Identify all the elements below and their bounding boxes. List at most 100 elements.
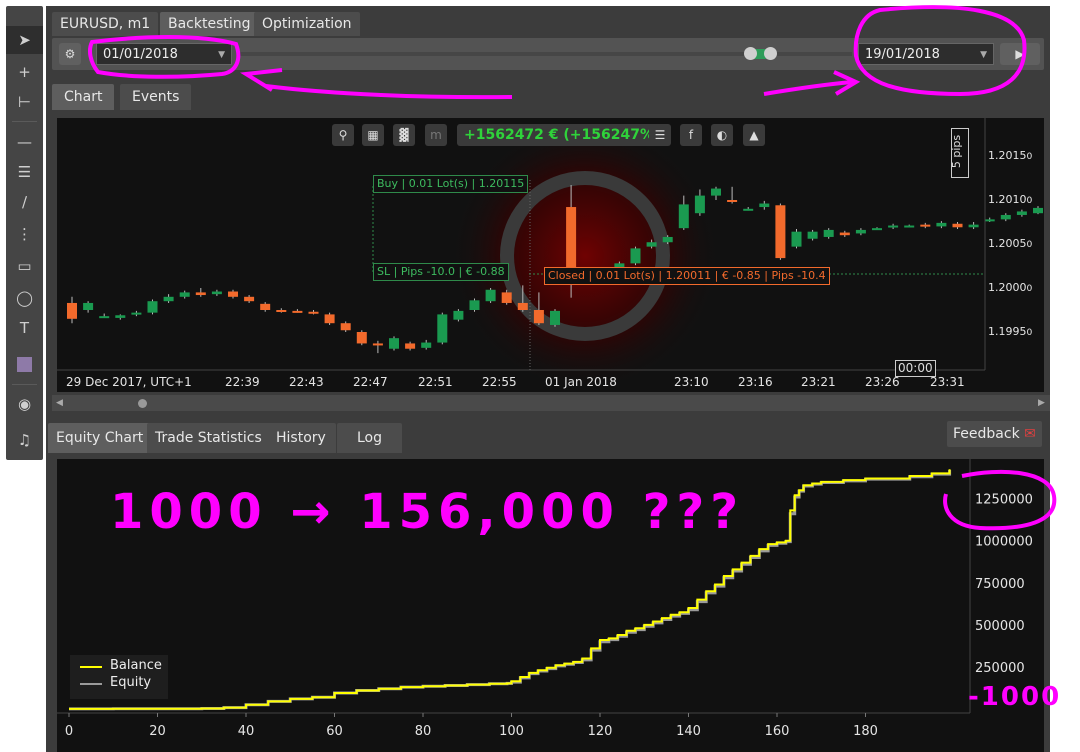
y-tick-label: 750000	[975, 577, 1025, 592]
tab-symbol[interactable]: EURUSD, m1	[52, 12, 159, 36]
y-tick-label: 250000	[975, 661, 1025, 676]
y-tick-label: 1000000	[975, 535, 1033, 550]
tab-chart[interactable]: Chart	[52, 84, 115, 110]
share-icon[interactable]: ◐	[711, 124, 733, 146]
candle-body	[405, 343, 416, 349]
legend-swatch-balance	[80, 666, 102, 668]
price-tick: 1.20050	[988, 237, 1033, 250]
slider-handle-start[interactable]	[744, 47, 757, 60]
candle-body	[437, 314, 448, 343]
ctrader-icon[interactable]: ▲	[743, 124, 765, 146]
tab-log[interactable]: Log	[337, 423, 403, 453]
candle-body	[1016, 211, 1027, 215]
x-tick-label: 100	[499, 724, 524, 739]
tab-trade-statistics[interactable]: Trade Statistics	[147, 423, 270, 453]
play-icon[interactable]: ▶	[1000, 43, 1040, 65]
price-tick: 1.20000	[988, 281, 1033, 294]
chart-settings-icon[interactable]: ▦	[362, 124, 384, 146]
backtest-control-bar: ⚙ 01/01/2018 ▼ 19/01/2018 ▼ ▶	[52, 38, 1044, 70]
candle-body	[855, 229, 866, 234]
x-tick-label: 60	[326, 724, 343, 739]
stop-loss-tag: SL | Pips -10.0 | € -0.88	[373, 263, 509, 281]
time-tick: 22:51	[418, 375, 453, 389]
candle-body	[743, 208, 754, 211]
slider-handle-end[interactable]	[764, 47, 777, 60]
legend-label-equity: Equity	[110, 675, 152, 690]
time-tick: 23:10	[674, 375, 709, 389]
tab-events[interactable]: Events	[120, 84, 192, 110]
scroll-left-icon[interactable]: ◀	[56, 398, 63, 408]
candle-body	[147, 301, 158, 313]
zoom-icon[interactable]: ⚲	[332, 124, 354, 146]
time-tick: 23:21	[801, 375, 836, 389]
time-tick: 01 Jan 2018	[545, 375, 617, 389]
price-tick: 1.20150	[988, 149, 1033, 162]
end-date-value: 19/01/2018	[865, 47, 940, 62]
start-date-value: 01/01/2018	[103, 47, 178, 62]
legend-swatch-equity	[80, 683, 102, 685]
candle-body	[662, 236, 673, 243]
x-tick-label: 180	[853, 724, 878, 739]
pointer-tool-icon[interactable]: ➤	[6, 26, 43, 54]
list-icon[interactable]: ☰	[649, 124, 671, 146]
ellipse-tool-icon[interactable]: ◯	[6, 284, 43, 312]
candle-body	[872, 228, 882, 231]
candle-body	[211, 291, 222, 295]
feedback-label: Feedback	[953, 426, 1020, 442]
end-date-select[interactable]: 19/01/2018 ▼	[858, 43, 994, 65]
candle-body	[823, 229, 834, 237]
feedback-icon: ✉	[1024, 426, 1036, 442]
channel-tool-icon[interactable]: ∕	[6, 188, 43, 216]
candle-body	[920, 224, 931, 227]
closed-trade-tag: Closed | 0.01 Lot(s) | 1.20011 | € -0.85…	[544, 267, 830, 285]
tab-history[interactable]: History	[266, 423, 336, 453]
time-tick: 23:16	[738, 375, 773, 389]
text-tool-icon[interactable]: T	[6, 314, 43, 342]
candle-body	[469, 300, 480, 310]
candle-body	[904, 225, 915, 228]
equity-legend: Balance Equity	[70, 655, 168, 699]
candle-body	[1033, 207, 1043, 214]
scroll-thumb[interactable]	[138, 399, 147, 408]
chart-scrollbar[interactable]: ◀ ▶	[52, 395, 1050, 411]
fib-extension-tool-icon[interactable]: ⋮	[6, 220, 43, 248]
candle-type-icon[interactable]: ▓	[393, 124, 415, 146]
start-date-select[interactable]: 01/01/2018 ▼	[96, 43, 232, 65]
candle-body	[678, 204, 689, 229]
tab-optimization[interactable]: Optimization	[254, 12, 360, 36]
x-tick-label: 40	[238, 724, 255, 739]
bell-icon[interactable]: ♫	[6, 426, 43, 454]
tab-equity-chart[interactable]: Equity Chart	[48, 423, 152, 453]
candle-body	[936, 222, 947, 227]
horizontal-line-tool-icon[interactable]: —	[6, 128, 43, 156]
time-tick: 23:26	[865, 375, 900, 389]
tab-backtesting[interactable]: Backtesting	[160, 12, 259, 36]
candle-body	[195, 292, 206, 296]
fibonacci-tool-icon[interactable]: ☰	[6, 158, 43, 186]
candle-body	[179, 292, 190, 297]
crosshair-tool-icon[interactable]: +	[6, 58, 43, 86]
candle-body	[1000, 214, 1011, 220]
candle-body	[99, 316, 110, 319]
candle-body	[968, 224, 979, 228]
price-chart-panel[interactable]: ⚲ ▦ ▓ m +1562472 € (+156247%) ☰ f ◐ ▲ 1.…	[57, 118, 1044, 392]
x-tick-label: 160	[765, 724, 790, 739]
candlestick-chart[interactable]	[57, 118, 1044, 392]
feedback-button[interactable]: Feedback ✉	[947, 421, 1042, 447]
time-tick: 22:43	[289, 375, 324, 389]
candle-body	[727, 200, 738, 202]
gear-icon[interactable]: ⚙	[59, 43, 81, 65]
timeframe-icon[interactable]: m	[425, 124, 447, 146]
x-tick-label: 140	[676, 724, 701, 739]
camera-icon[interactable]: ◉	[6, 390, 43, 418]
candle-body	[694, 195, 705, 214]
candle-body	[453, 310, 464, 320]
color-swatch-icon[interactable]	[6, 350, 43, 378]
measure-tool-icon[interactable]: ⊢	[6, 88, 43, 116]
time-tick: 23:31	[930, 375, 965, 389]
facebook-icon[interactable]: f	[680, 124, 702, 146]
rectangle-tool-icon[interactable]: ▭	[6, 252, 43, 280]
y-tick-label: 500000	[975, 619, 1025, 634]
scroll-right-icon[interactable]: ▶	[1038, 398, 1045, 408]
candle-body	[807, 231, 818, 239]
